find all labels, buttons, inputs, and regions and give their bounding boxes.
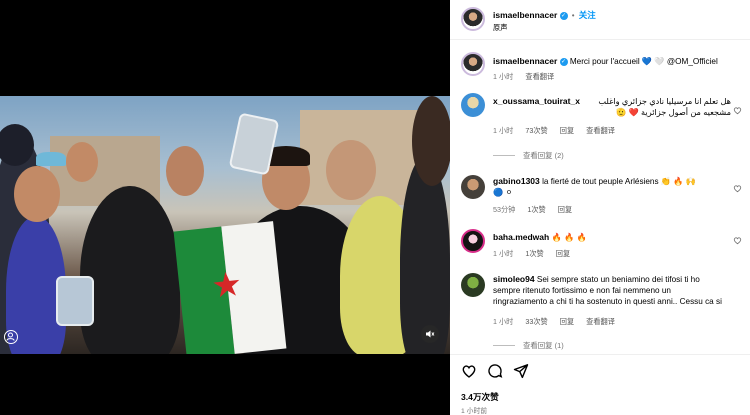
comment-body: x_oussama_touirat_x هل تعلم انا مرسيليا … xyxy=(493,96,731,118)
comment-time: 1 小时 xyxy=(493,317,514,326)
audio-label[interactable]: 原声 xyxy=(493,23,507,33)
reply-button[interactable]: 回复 xyxy=(558,205,572,214)
author-username[interactable]: ismaelbennacer xyxy=(493,10,557,20)
comment-text-line: مشجعيه من أصول جزائرية ❤️ 🫡 xyxy=(616,108,731,117)
caption-username[interactable]: ismaelbennacer xyxy=(493,56,557,66)
algerian-flag: ★ xyxy=(173,221,287,354)
crowd-head xyxy=(412,96,450,186)
crowd-person xyxy=(80,186,180,354)
view-replies-label: 查看回复 (1) xyxy=(523,341,564,350)
comment-item: gabino1303 la fierté de tout peuple Arlé… xyxy=(450,170,750,220)
comment-text-line: la fierté de tout peuple Arlésiens 👏 🔥 🙌 xyxy=(542,177,696,186)
caption-time: 1 小时 xyxy=(493,72,514,81)
post-likes[interactable]: 3.4万次赞 xyxy=(461,391,499,403)
translate-link[interactable]: 查看翻译 xyxy=(525,72,554,81)
comment-meta: 1 小时 1次赞 回复 xyxy=(493,249,580,259)
comment-time: 1 小时 xyxy=(493,249,514,258)
caption-meta: 1 小时 查看翻译 xyxy=(493,72,564,82)
comment-text-line: هل تعلم انا مرسيليا نادي جزائري واغلب xyxy=(598,97,731,106)
caption-text: Merci pour l'accueil 💙 🤍 @OM_Officiel xyxy=(569,57,718,66)
translate-link[interactable]: 查看翻译 xyxy=(586,126,615,135)
comment-likes[interactable]: 1次赞 xyxy=(525,249,543,258)
comment-time: 1 小时 xyxy=(493,126,514,135)
header-meta: ismaelbennacer ✓ • 关注 xyxy=(493,10,596,20)
like-comment-icon[interactable] xyxy=(733,106,742,115)
view-replies[interactable]: 查看回复 (2) xyxy=(493,150,564,161)
comments-panel: ismaelbennacer ✓ • 关注 原声 ismaelbennacer … xyxy=(450,0,750,415)
comment-item: x_oussama_touirat_x هل تعلم انا مرسيليا … xyxy=(450,88,750,168)
comment-time: 53分钟 xyxy=(493,205,516,214)
verified-icon: ✓ xyxy=(559,11,568,20)
phone xyxy=(56,276,94,326)
commenter-avatar[interactable] xyxy=(461,175,485,199)
post-actions: 3.4万次赞 1 小时前 xyxy=(450,354,750,415)
share-icon[interactable] xyxy=(513,363,529,379)
post-time: 1 小时前 xyxy=(461,408,488,415)
post-header: ismaelbennacer ✓ • 关注 原声 xyxy=(450,0,750,40)
caption-body: ismaelbennacer ✓ Merci pour l'accueil 💙 … xyxy=(493,56,743,67)
comment-username[interactable]: x_oussama_touirat_x xyxy=(493,96,580,107)
comment-meta: 53分钟 1次赞 回复 xyxy=(493,205,582,215)
video-player[interactable]: ★ xyxy=(0,96,450,354)
cap xyxy=(36,152,66,166)
comment-text-line: ringraziamento a chi ti ha sostenuto in … xyxy=(493,297,722,306)
crowd-head xyxy=(14,166,60,222)
follow-button[interactable]: 关注 xyxy=(579,10,596,20)
comment-text-line: sempre ritenuto fortissimo e non fai nem… xyxy=(493,286,671,295)
reply-button[interactable]: 回复 xyxy=(560,126,574,135)
crowd-head xyxy=(326,140,376,200)
verified-icon: ✓ xyxy=(559,57,568,66)
comment-meta: 1 小时 73次赞 回复 查看翻译 xyxy=(493,126,625,136)
comment-body: gabino1303 la fierté de tout peuple Arlé… xyxy=(493,176,731,198)
author-avatar[interactable] xyxy=(461,52,485,76)
caption: ismaelbennacer ✓ Merci pour l'accueil 💙 … xyxy=(450,40,750,86)
comment-text-line: 🔥 🔥 🔥 xyxy=(551,233,587,242)
mute-button[interactable] xyxy=(421,325,439,343)
comment-icon[interactable] xyxy=(487,363,503,379)
comment-text-line: 🔵 ⚪ xyxy=(493,188,513,197)
comment-likes[interactable]: 1次赞 xyxy=(527,205,545,214)
comment-username[interactable]: gabino1303 xyxy=(493,176,540,186)
view-replies[interactable]: 查看回复 (1) xyxy=(493,340,564,351)
comment-likes[interactable]: 33次赞 xyxy=(525,317,547,326)
crowd-person xyxy=(400,156,450,354)
commenter-avatar[interactable] xyxy=(461,273,485,297)
comment-item: baha.medwah 🔥 🔥 🔥 1 小时 1次赞 回复 xyxy=(450,226,750,266)
comment-username[interactable]: baha.medwah xyxy=(493,232,549,242)
instagram-post-viewer: ★ ismaelbennacer ✓ • 关注 原声 ismaelbennace… xyxy=(0,0,750,415)
comment-body: simoleo94 Sei sempre stato un beniamino … xyxy=(493,274,738,307)
author-avatar[interactable] xyxy=(461,7,485,31)
comment-meta: 1 小时 33次赞 回复 查看翻译 xyxy=(493,317,625,327)
like-comment-icon[interactable] xyxy=(733,184,742,193)
video-pane: ★ xyxy=(0,0,450,415)
speaker-muted-icon xyxy=(426,330,435,338)
reply-button[interactable]: 回复 xyxy=(556,249,570,258)
reply-button[interactable]: 回复 xyxy=(560,317,574,326)
comment-text-line: Sei sempre stato un beniamino dei tifosi… xyxy=(536,275,700,284)
comment-username[interactable]: simoleo94 xyxy=(493,274,535,284)
user-tag-icon[interactable] xyxy=(4,330,18,344)
heart-icon[interactable] xyxy=(461,363,477,379)
comment-item: simoleo94 Sei sempre stato un beniamino … xyxy=(450,268,750,354)
comment-likes[interactable]: 73次赞 xyxy=(525,126,547,135)
translate-link[interactable]: 查看翻译 xyxy=(586,317,615,326)
crowd-head xyxy=(66,142,98,182)
commenter-avatar[interactable] xyxy=(461,229,485,253)
comment-body: baha.medwah 🔥 🔥 🔥 xyxy=(493,232,731,243)
commenter-avatar[interactable] xyxy=(461,93,485,117)
view-replies-label: 查看回复 (2) xyxy=(523,151,564,160)
like-comment-icon[interactable] xyxy=(733,236,742,245)
crowd-head xyxy=(166,146,204,196)
